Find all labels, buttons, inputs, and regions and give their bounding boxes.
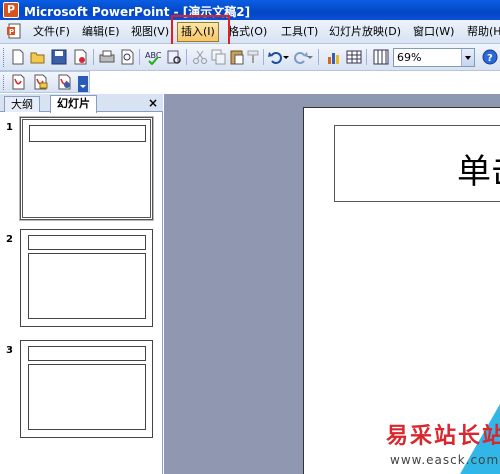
undo-dropdown-icon[interactable] <box>282 49 290 65</box>
toolbar-separator <box>186 49 187 65</box>
redo-dropdown-icon[interactable] <box>306 49 314 65</box>
copy-icon[interactable] <box>211 49 227 65</box>
pdf-convert-icon[interactable] <box>10 74 26 90</box>
content-placeholder <box>28 364 146 430</box>
new-icon[interactable] <box>10 49 26 65</box>
zoom-value: 69% <box>397 51 422 64</box>
toolbar-options-icon[interactable] <box>78 76 88 92</box>
toolbar-grip[interactable] <box>3 48 6 67</box>
format-painter-icon[interactable] <box>246 49 262 65</box>
toolbar-separator <box>318 49 319 65</box>
pdf-email-icon[interactable] <box>32 74 48 90</box>
slide-number: 1 <box>6 122 13 133</box>
menu-edit[interactable]: 编辑(E) <box>82 24 120 40</box>
slide-number: 3 <box>6 345 13 356</box>
insert-chart-icon[interactable] <box>326 49 342 65</box>
tab-slides[interactable]: 幻灯片 <box>50 95 97 113</box>
title-bar: Microsoft PowerPoint - [演示文稿2] <box>0 0 500 20</box>
toolbar-separator <box>366 49 367 65</box>
powerpoint-app-icon[interactable] <box>3 2 19 18</box>
svg-text:ABC: ABC <box>145 51 161 60</box>
menu-bar: P 文件(F) 编辑(E) 视图(V) 插入(I) 格式(O) 工具(T) 幻灯… <box>0 20 500 44</box>
help-icon[interactable]: ? <box>482 49 498 65</box>
pdf-toolbar <box>0 71 90 93</box>
menu-format[interactable]: 格式(O) <box>228 24 267 40</box>
menu-slideshow[interactable]: 幻灯片放映(D) <box>329 24 401 40</box>
spelling-icon[interactable]: ABC <box>145 49 161 65</box>
cut-icon[interactable] <box>192 49 208 65</box>
watermark-text: 易采站长站 <box>386 423 500 449</box>
paste-icon[interactable] <box>229 49 245 65</box>
research-icon[interactable] <box>166 49 182 65</box>
permission-icon[interactable] <box>72 49 88 65</box>
tab-outline[interactable]: 大纲 <box>4 96 40 112</box>
svg-text:P: P <box>9 28 14 36</box>
chevron-down-icon[interactable] <box>461 49 474 66</box>
slide-title-placeholder[interactable]: 单击 <box>334 125 500 202</box>
open-icon[interactable] <box>30 49 46 65</box>
title-placeholder <box>28 235 146 250</box>
document-icon[interactable]: P <box>6 23 24 40</box>
close-icon[interactable]: × <box>148 96 158 110</box>
zoom-select[interactable]: 69% <box>393 48 475 67</box>
menu-view[interactable]: 视图(V) <box>131 24 169 40</box>
menu-help[interactable]: 帮助(H) <box>467 24 500 40</box>
toolbar-separator <box>263 49 264 65</box>
pane-tabstrip: 大纲 幻灯片 × <box>0 94 163 113</box>
print-icon[interactable] <box>99 49 115 65</box>
slide-workspace: 单击 <box>164 94 500 474</box>
menu-tools[interactable]: 工具(T) <box>281 24 318 40</box>
content-placeholder <box>28 253 146 319</box>
toolbar-grip[interactable] <box>3 75 6 90</box>
slide-title-text: 单击 <box>457 152 500 192</box>
toolbar-separator <box>139 49 140 65</box>
save-icon[interactable] <box>51 49 67 65</box>
slide-number: 2 <box>6 234 13 245</box>
title-placeholder <box>28 346 146 361</box>
standard-toolbar: ABC 69% ? <box>0 44 500 71</box>
menu-file[interactable]: 文件(F) <box>33 24 70 40</box>
print-preview-icon[interactable] <box>119 49 135 65</box>
slide-thumbnail-1[interactable] <box>19 116 154 221</box>
slide-thumbnail-3[interactable] <box>20 340 153 438</box>
slide-thumbnail-2[interactable] <box>20 229 153 327</box>
watermark-url: www.easck.com <box>390 453 500 467</box>
title-placeholder <box>29 125 146 142</box>
insert-table-icon[interactable] <box>346 49 362 65</box>
toolbar-separator <box>93 49 94 65</box>
menu-window[interactable]: 窗口(W) <box>413 24 454 40</box>
pdf-review-icon[interactable] <box>56 74 72 90</box>
svg-text:?: ? <box>487 53 493 64</box>
grid-icon[interactable] <box>373 49 389 65</box>
slides-pane: 大纲 幻灯片 × 1 2 3 <box>0 94 163 474</box>
